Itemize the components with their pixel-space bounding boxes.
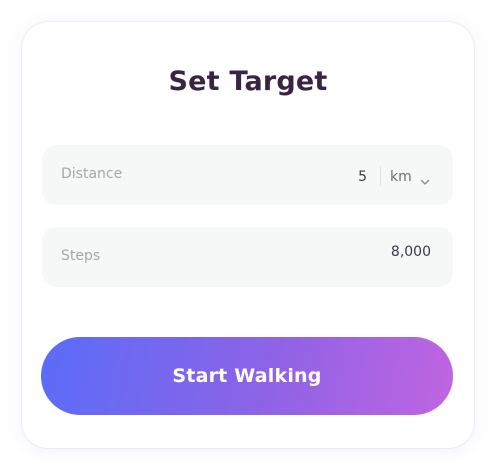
page-title: Set Target — [168, 66, 328, 97]
steps-label: Steps — [61, 248, 101, 264]
distance-unit-select[interactable]: km — [390, 166, 430, 188]
steps-field[interactable]: Steps 8,000 — [42, 227, 453, 287]
distance-label: Distance — [61, 166, 123, 182]
unit-divider — [380, 166, 381, 186]
distance-field[interactable]: Distance 5 km — [42, 145, 453, 205]
start-walking-button[interactable]: Start Walking — [41, 337, 453, 415]
distance-input[interactable]: 5 — [358, 169, 367, 185]
chevron-down-icon — [420, 172, 430, 185]
steps-input[interactable]: 8,000 — [391, 244, 431, 260]
distance-unit-label: km — [390, 169, 412, 185]
set-target-card: Set Target Distance 5 km Steps 8,000 Sta… — [22, 22, 474, 448]
